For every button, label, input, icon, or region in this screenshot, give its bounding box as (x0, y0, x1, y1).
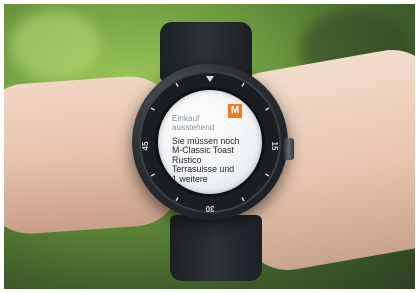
notification-body: Sie müssen noch M-Classic Toast Rustico … (172, 136, 239, 184)
bezel-label: 45 (141, 141, 150, 150)
watch-strap-bottom (170, 215, 262, 281)
notification-body-line: 1 weitere (172, 173, 208, 184)
notification-title: Einkauf ausstehend (172, 114, 214, 132)
photo-scene: 45 15 30 M Einkauf ausstehend Sie müssen… (0, 0, 419, 293)
notification-title-line: ausstehend (172, 123, 215, 133)
app-badge-icon: M (228, 104, 242, 118)
watch-screen[interactable]: M Einkauf ausstehend Sie müssen noch M-C… (158, 90, 262, 194)
background-bokeh (10, 10, 100, 80)
notification-title-line: Einkauf (172, 114, 200, 123)
bezel-label: 30 (205, 204, 214, 213)
bezel-label: 15 (270, 142, 279, 151)
